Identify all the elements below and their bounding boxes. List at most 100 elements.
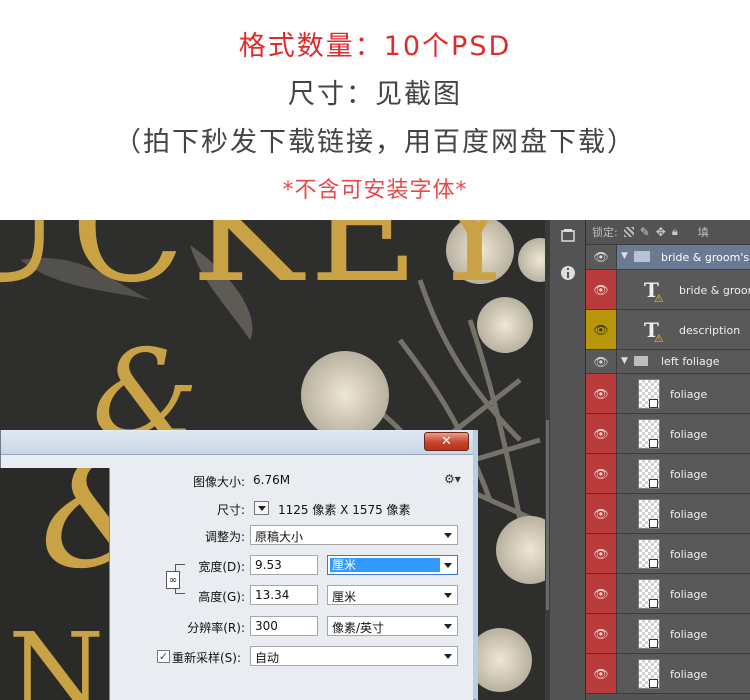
smart-object-icon — [649, 599, 658, 608]
eye-icon: 👁︎ — [593, 506, 609, 521]
lock-all-icon[interactable]: 🔒︎ — [672, 225, 678, 239]
resolution-input[interactable]: 300 — [250, 616, 318, 636]
visibility-toggle[interactable]: 👁︎ — [586, 574, 617, 613]
fit-to-label: 调整为: — [204, 530, 245, 544]
layer-row-bride-groom-group[interactable]: 👁︎ ▼ bride & groom's n — [586, 245, 750, 270]
dimensions-dropdown[interactable] — [254, 501, 269, 515]
layer-name: description — [679, 324, 741, 337]
layer-name: foliage — [670, 668, 708, 681]
height-unit-value: 厘米 — [332, 590, 357, 604]
eye-icon: 👁︎ — [593, 322, 609, 337]
resolution-unit-value: 像素/英寸 — [332, 621, 385, 635]
eye-icon: 👁︎ — [593, 250, 609, 264]
folder-icon — [634, 251, 650, 262]
chevron-down-icon — [444, 563, 452, 568]
layer-comps-icon[interactable] — [557, 225, 579, 247]
dialog-titlebar[interactable] — [1, 430, 473, 454]
gear-icon[interactable]: ⚙▾ — [444, 472, 461, 486]
close-button[interactable]: ✕ — [424, 432, 469, 451]
layer-row-foliage[interactable]: 👁︎ foliage — [586, 534, 750, 574]
visibility-toggle[interactable]: 👁︎ — [586, 310, 617, 349]
visibility-toggle[interactable]: 👁︎ — [586, 614, 617, 653]
eye-icon: 👁︎ — [593, 282, 609, 297]
visibility-toggle[interactable]: 👁︎ — [586, 494, 617, 533]
size-line: 尺寸：见截图 — [288, 79, 462, 110]
layer-row-foliage[interactable]: 👁︎ foliage — [586, 654, 750, 694]
eye-icon: 👁︎ — [593, 466, 609, 481]
checkmark-icon: ✓ — [158, 650, 169, 663]
layer-name: foliage — [670, 628, 708, 641]
artwork-title: UCKEY — [0, 220, 530, 316]
chevron-down-icon — [444, 654, 452, 659]
warning-icon: ⚠ — [654, 332, 664, 345]
layers-panel: 锁定: ✎ ✥ 🔒︎ 填 👁︎ ▼ bride & groom's n 👁︎ T… — [586, 220, 750, 700]
visibility-toggle[interactable]: 👁︎ — [586, 270, 617, 309]
preview-pane[interactable]: & N — [0, 468, 110, 700]
layer-name: left foliage — [661, 355, 720, 368]
smart-object-icon — [649, 679, 658, 688]
lock-brush-icon[interactable]: ✎ — [640, 225, 650, 239]
visibility-toggle[interactable]: 👁︎ — [586, 454, 617, 493]
smart-object-icon — [649, 399, 658, 408]
layer-row-bride-groom-text[interactable]: 👁︎ T ⚠ bride & groom — [586, 270, 750, 310]
preview-ampersand: & — [40, 468, 109, 590]
lock-transparency-icon[interactable] — [623, 227, 634, 237]
visibility-toggle[interactable]: 👁︎ — [586, 654, 617, 693]
layer-row-description[interactable]: 👁︎ T ⚠ description — [586, 310, 750, 350]
eye-icon: 👁︎ — [593, 586, 609, 601]
smart-object-icon — [649, 559, 658, 568]
visibility-toggle[interactable]: 👁︎ — [586, 534, 617, 573]
expand-arrow-icon[interactable]: ▼ — [621, 251, 628, 261]
lock-label: 锁定: — [592, 226, 618, 239]
lock-move-icon[interactable]: ✥ — [656, 225, 666, 239]
layer-row-foliage[interactable]: 👁︎ foliage — [586, 414, 750, 454]
visibility-toggle[interactable]: 👁︎ — [586, 350, 617, 373]
image-size-label: 图像大小: — [192, 475, 245, 489]
eye-icon: 👁︎ — [593, 626, 609, 641]
header-banner: 格式数量：10个PSD 尺寸：见截图 （拍下秒发下载链接，用百度网盘下载） *不… — [0, 0, 750, 220]
warning-icon: ⚠ — [654, 292, 664, 305]
layer-name: foliage — [670, 388, 708, 401]
eye-icon: 👁︎ — [593, 386, 609, 401]
chevron-down-icon — [258, 506, 266, 511]
image-size-value: 6.76M — [253, 473, 291, 487]
layer-row-foliage[interactable]: 👁︎ foliage — [586, 494, 750, 534]
resample-select[interactable]: 自动 — [250, 646, 458, 666]
layer-row-foliage[interactable]: 👁︎ foliage — [586, 374, 750, 414]
fill-label: 填 — [697, 226, 709, 239]
layer-name: foliage — [670, 588, 708, 601]
width-unit-select[interactable]: 厘米 — [327, 555, 458, 575]
smart-object-icon — [649, 639, 658, 648]
dimensions-value: 1125 像素 X 1575 像素 — [278, 503, 411, 517]
layer-row-foliage[interactable]: 👁︎ foliage — [586, 614, 750, 654]
fit-to-select[interactable]: 原稿大小 — [250, 525, 458, 545]
lock-bar: 锁定: ✎ ✥ 🔒︎ 填 — [586, 220, 750, 245]
resolution-unit-select[interactable]: 像素/英寸 — [327, 616, 458, 636]
width-label: 宽度(D): — [198, 560, 245, 574]
width-unit-value: 厘米 — [330, 558, 440, 572]
layer-name: foliage — [670, 508, 708, 521]
resample-checkbox[interactable]: ✓ — [157, 650, 170, 663]
eye-icon: 👁︎ — [593, 666, 609, 681]
format-count-line: 格式数量：10个PSD — [238, 31, 512, 62]
smart-object-icon — [649, 519, 658, 528]
height-input[interactable]: 13.34 — [250, 585, 318, 605]
preview-letter: N — [8, 609, 105, 700]
panel-dock — [550, 220, 586, 700]
layer-row-foliage[interactable]: 👁︎ foliage — [586, 454, 750, 494]
info-icon[interactable] — [557, 262, 579, 284]
smart-object-icon — [649, 479, 658, 488]
visibility-toggle[interactable]: 👁︎ — [586, 245, 617, 269]
eye-icon: 👁︎ — [593, 546, 609, 561]
width-input[interactable]: 9.53 — [250, 555, 318, 575]
height-label: 高度(G): — [198, 590, 245, 604]
visibility-toggle[interactable]: 👁︎ — [586, 374, 617, 413]
visibility-toggle[interactable]: 👁︎ — [586, 414, 617, 453]
height-unit-select[interactable]: 厘米 — [327, 585, 458, 605]
resample-value: 自动 — [255, 651, 280, 665]
resample-label: 重新采样(S): — [172, 651, 242, 665]
layer-row-foliage[interactable]: 👁︎ foliage — [586, 574, 750, 614]
layer-row-left-foliage-group[interactable]: 👁︎ ▼ left foliage — [586, 350, 750, 374]
expand-arrow-icon[interactable]: ▼ — [621, 356, 628, 366]
dimensions-label: 尺寸: — [216, 503, 245, 517]
